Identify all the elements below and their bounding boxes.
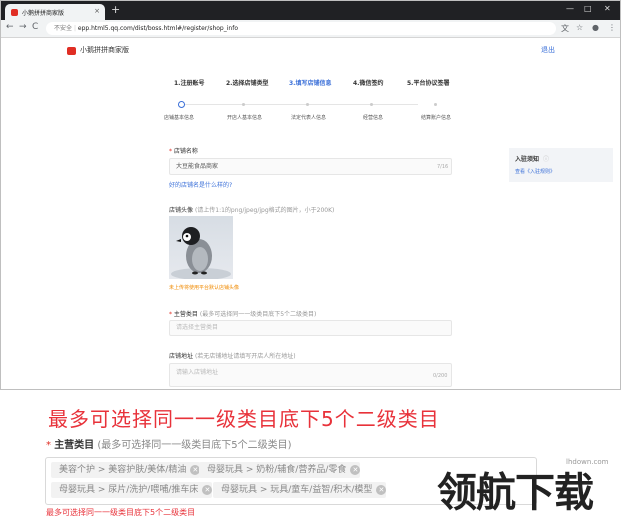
star-icon[interactable]: ☆: [576, 23, 583, 32]
category-tag: 母婴玩具 > 尿片/洗护/喂哺/推车床 ✕: [51, 482, 213, 498]
substep-label: 经营信息: [363, 115, 384, 121]
category-tag: 母婴玩具 > 奶粉/辅食/营养品/零食 ✕: [199, 462, 361, 478]
substep-label: 开店人基本信息: [227, 115, 263, 121]
penguin-chick-icon: [171, 227, 231, 279]
url-text: epp.html5.qq.com/dist/boss.html#/registe…: [77, 25, 238, 32]
shop-name-input[interactable]: 大豆能食品商家: [169, 158, 452, 175]
shop-name-tip-link[interactable]: 好的店铺名是什么样的?: [169, 180, 232, 189]
notice-panel: 入驻须知 ⓘ 查看《入驻规则》: [509, 148, 613, 182]
brand-logo: [67, 47, 76, 55]
back-icon[interactable]: ←: [6, 22, 14, 32]
category-error: 最多可选择同一一级类目底下5个二级类目: [46, 508, 196, 517]
shop-name-counter: 7/16: [437, 164, 449, 170]
reload-icon[interactable]: C: [32, 22, 38, 32]
substep-label: 店铺基本信息: [164, 115, 195, 121]
maximize-icon[interactable]: □: [584, 4, 592, 13]
step-4: 4.微信签约: [353, 80, 384, 87]
tab-title: 小鹅拼拼商家版: [22, 9, 65, 17]
address-placeholder: 请输入店铺地址: [176, 369, 219, 376]
tag-remove-icon[interactable]: ✕: [350, 465, 361, 475]
substep-dot: [242, 103, 245, 106]
avatar-image[interactable]: [169, 216, 233, 279]
menu-icon[interactable]: ⋮: [608, 23, 616, 32]
step-1: 1.注册账号: [174, 80, 205, 87]
step-3: 3.填写店铺信息: [289, 80, 332, 87]
avatar-label: 店铺头像 (请上传1:1的png/jpeg/jpg格式的图片，小于200K): [169, 207, 335, 214]
substep-dot: [370, 103, 373, 106]
substep-dot: [306, 103, 309, 106]
category-tag: 母婴玩具 > 玩具/童车/益智/积木/模型 ✕: [213, 482, 387, 498]
address-bar: ← → C 不安全 | epp.html5.qq.com/dist/boss.h…: [1, 20, 620, 38]
notice-title: 入驻须知: [515, 156, 540, 163]
browser-window: 小鹅拼拼商家版 × + — □ ✕ ← → C 不安全 | epp.html5.…: [0, 0, 621, 390]
browser-tab[interactable]: 小鹅拼拼商家版 ×: [5, 4, 105, 20]
shop-name-value: 大豆能食品商家: [176, 163, 219, 170]
rules-link[interactable]: 查看《入驻规则》: [515, 168, 555, 175]
avatar-tip: 未上传将使用平台默认店铺头像: [169, 285, 240, 291]
address-counter: 0/200: [433, 373, 448, 379]
substep-line: [181, 104, 418, 105]
address-textarea[interactable]: 请输入店铺地址: [169, 363, 452, 387]
tab-close-icon[interactable]: ×: [94, 7, 100, 15]
forward-icon[interactable]: →: [19, 22, 27, 32]
new-tab-button[interactable]: +: [111, 4, 120, 16]
category-select[interactable]: 请选择主营类目: [169, 320, 452, 336]
security-label: 不安全: [54, 25, 73, 32]
brand-name: 小鹅拼拼商家版: [80, 46, 129, 54]
substep-label: 法定代表人信息: [291, 115, 327, 121]
step-2: 2.选择店铺类型: [226, 80, 269, 87]
close-window-icon[interactable]: ✕: [604, 4, 611, 13]
url-input[interactable]: 不安全 | epp.html5.qq.com/dist/boss.html#/r…: [46, 22, 556, 35]
shop-name-label: * 店铺名称: [169, 148, 198, 155]
category-tag: 美容个护 > 美容护肤/美体/精油 ✕: [51, 462, 201, 478]
address-label: 店铺地址 (若无店铺地址请填写开店人所在地址): [169, 353, 296, 360]
tab-bar: 小鹅拼拼商家版 × + — □ ✕: [1, 1, 620, 20]
substep-dot-active: [178, 101, 185, 108]
logout-link[interactable]: 退出: [541, 45, 555, 55]
category-label: * 主营类目 (最多可选择同一一级类目底下5个二级类目): [169, 311, 317, 318]
favicon-icon: [11, 8, 18, 16]
zoom-category-label: * 主营类目 (最多可选择同一一级类目底下5个二级类目): [46, 440, 292, 451]
translate-icon[interactable]: 文: [561, 23, 569, 34]
watermark-url: lhdown.com: [566, 458, 609, 466]
step-5: 5.平台协议签署: [407, 80, 450, 87]
substep-dot: [434, 103, 437, 106]
tag-remove-icon[interactable]: ✕: [202, 485, 213, 495]
substep-label: 结算账户信息: [421, 115, 452, 121]
account-icon[interactable]: ●: [592, 23, 599, 32]
help-icon[interactable]: ⓘ: [543, 154, 549, 163]
watermark-logo: 领航下载: [437, 470, 594, 516]
zoom-heading: 最多可选择同一一级类目底下5个二级类目: [48, 407, 440, 431]
category-placeholder: 请选择主营类目: [176, 324, 219, 331]
minimize-icon[interactable]: —: [566, 4, 574, 13]
tag-remove-icon[interactable]: ✕: [376, 485, 387, 495]
